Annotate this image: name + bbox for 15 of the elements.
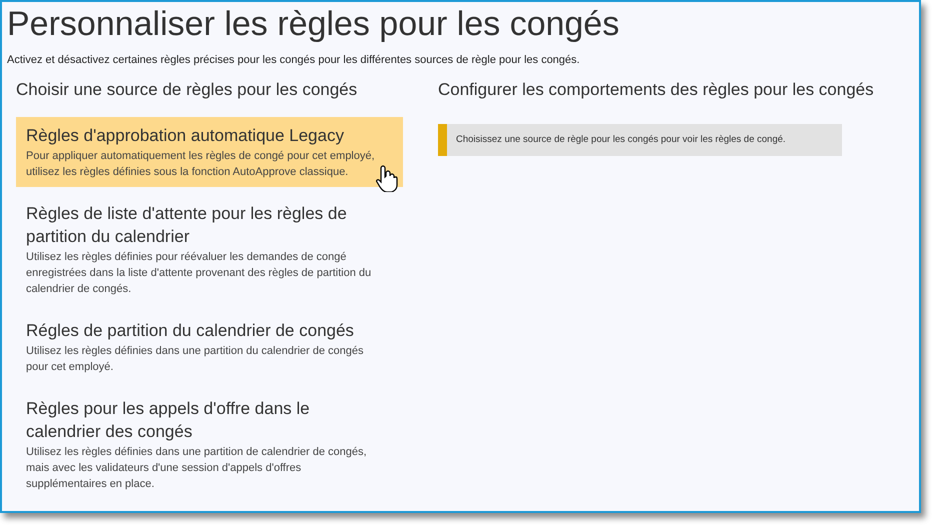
rule-source-description: Utilisez les règles définies dans une partition de calendrier de congés, mais avec les validateurs d'une session d'appels d'offres supplémentaires en place.: [26, 444, 368, 492]
rule-source-description: Pour appliquer automatiquement les règles de congé pour cet employé, utilisez les règles définies sous la fonction AutoApprove classique.: [26, 148, 376, 180]
page-subtitle: Activez et désactivez certaines règles précises pour les congés pour les différentes sources de règle pour les congés.: [7, 53, 581, 68]
rule-source-item[interactable]: Régles de partition du calendrier de congés Utilisez les règles définies dans une partition du calendrier de congés pour cet employé.: [16, 312, 403, 382]
section-heading: Configurer les comportements des règles pour les congés: [438, 78, 875, 100]
notice-banner: Choisissez une source de règle pour les congés pour voir les règles de congé.: [438, 124, 842, 156]
rule-source-title: Règles pour les appels d'offre dans le calendrier des congés: [26, 398, 311, 442]
rule-source-description: Utilisez les règles définies dans une partition du calendrier de congés pour cet employé.: [26, 344, 365, 374]
rule-source-title: Règles d'approbation automatique Legacy: [26, 124, 345, 146]
page-title: Personnaliser les règles pour les congés: [7, 4, 620, 44]
rule-source-title: Règles de liste d'attente pour les règles de partition du calendrier: [26, 202, 348, 248]
section-heading: Choisir une source de règles pour les congés: [16, 78, 358, 100]
rule-source-title: Régles de partition du calendrier de congés: [26, 320, 355, 342]
hand-cursor-icon: [376, 164, 398, 192]
rule-source-description: Utilisez les règles définies pour réévaluer les demandes de congé enregistrées dans la liste d'attente provenant des règles de partition du calendrier de congés.: [26, 250, 372, 296]
